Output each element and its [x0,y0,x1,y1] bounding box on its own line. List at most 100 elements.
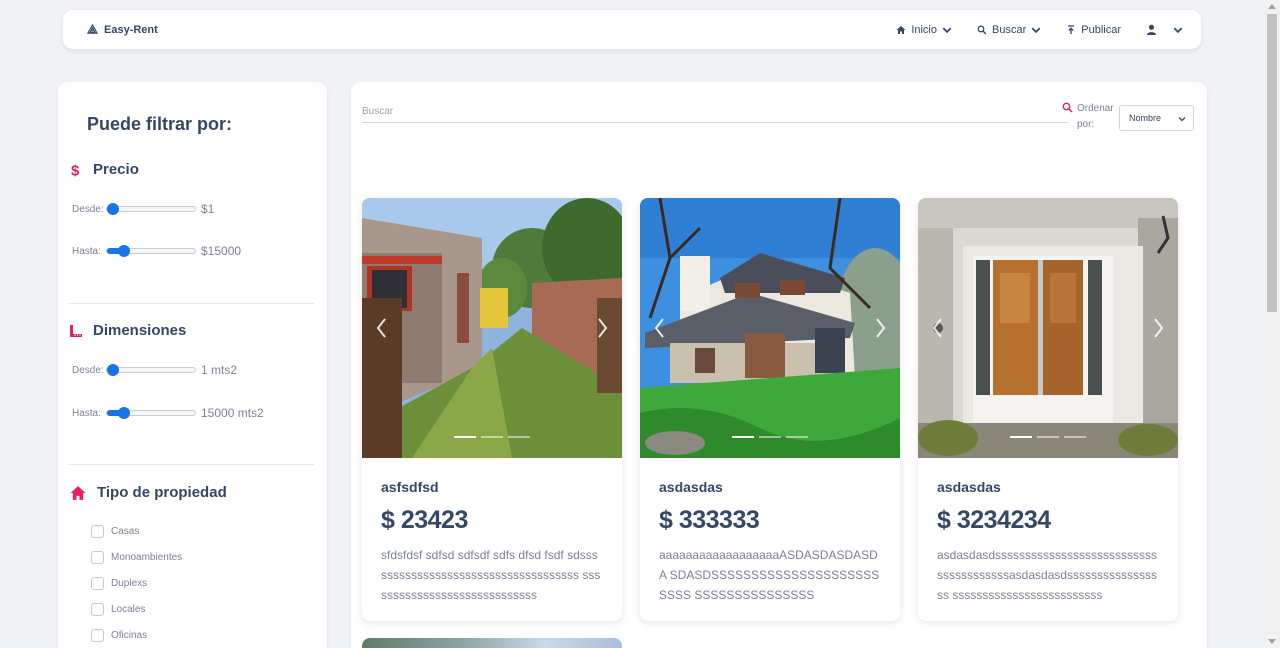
tipo-option-casas[interactable]: Casas [91,525,139,538]
carousel-dot[interactable] [454,436,476,438]
sort-selected-value: Nombre [1129,113,1162,123]
tipo-heading-label: Tipo de propiedad [97,484,227,501]
carousel-dot[interactable] [481,436,503,438]
carousel-dot[interactable] [759,436,781,438]
search-icon [1062,102,1073,113]
nav-publicar[interactable]: Publicar [1066,24,1121,36]
checkbox[interactable] [91,525,104,538]
dollar-icon: $ [71,163,80,177]
divider [69,464,314,465]
nav-buscar-label: Buscar [992,23,1027,36]
precio-desde-value: $1 [201,202,215,216]
property-photo [918,198,1178,458]
scroll-thumb[interactable] [1267,14,1277,312]
scroll-down-icon[interactable] [1268,639,1276,644]
sort-select[interactable]: Nombre [1119,105,1194,131]
tipo-option-label: Oficinas [111,630,148,641]
brand[interactable]: Easy-Rent [87,24,158,36]
search-icon [977,25,987,34]
tipo-option-monoambientes[interactable]: Monoambientes [91,551,182,564]
home-icon [70,485,86,500]
carousel-next-icon[interactable] [1150,316,1166,340]
nav-inicio[interactable]: Inicio [896,24,952,36]
tipo-option-duplexs[interactable]: Duplexs [91,577,147,590]
home-icon [896,25,906,34]
property-description: asdasdasdsssssssssssssssssssssssssss sss… [937,548,1158,602]
carousel-dot[interactable] [786,436,808,438]
carousel-next-icon[interactable] [872,316,888,340]
listing-panel: Ordenar por: Nombre [351,82,1207,648]
precio-desde-row: Desde: $1 [72,202,214,216]
slider-thumb[interactable] [107,203,119,215]
divider [69,303,314,304]
property-card-partial[interactable] [362,638,622,648]
nav-buscar[interactable]: Buscar [977,24,1041,36]
precio-heading: $ Precio [69,161,139,178]
property-image-carousel[interactable] [362,198,622,458]
chevron-down-icon [1173,27,1183,33]
property-title: asfsdfsd [381,479,439,495]
tipo-option-locales[interactable]: Locales [91,603,145,616]
property-card[interactable]: asdasdas $ 333333 aaaaaaaaaaaaaaaaaaASDA… [640,198,900,621]
carousel-indicators [640,436,900,438]
slider-thumb[interactable] [107,364,119,376]
filter-title: Puede filtrar por: [87,114,233,134]
scroll-up-icon[interactable] [1268,4,1276,9]
dimensiones-heading: Dimensiones [69,322,186,339]
slider-thumb[interactable] [118,407,130,419]
carousel-dot[interactable] [1010,436,1032,438]
property-price: $ 333333 [659,506,760,534]
precio-desde-slider[interactable] [106,203,196,215]
top-navbar: Easy-Rent Inicio Buscar Publicar [63,10,1201,49]
chevron-down-icon [942,27,952,33]
slider-thumb[interactable] [118,245,130,257]
carousel-prev-icon[interactable] [930,316,946,340]
tipo-option-label: Locales [111,604,146,615]
nav-inicio-label: Inicio [911,23,937,36]
property-price: $ 23423 [381,506,468,534]
dimensiones-hasta-row: Hasta: 15000 mts2 [72,406,264,420]
property-title: asdasdas [659,479,723,495]
property-card[interactable]: asfsdfsd $ 23423 sfdsfdsf sdfsd sdfsdf s… [362,198,622,621]
precio-heading-label: Precio [93,161,139,178]
carousel-prev-icon[interactable] [652,316,668,340]
dimensiones-hasta-value: 15000 mts2 [201,406,264,420]
brand-logo-icon [87,24,98,34]
nav-user-menu[interactable] [1146,24,1183,35]
dimensiones-hasta-slider[interactable] [106,407,196,419]
precio-hasta-label: Hasta: [72,245,101,257]
checkbox[interactable] [91,577,104,590]
property-card[interactable]: asdasdas $ 3234234 asdasdasdssssssssssss… [918,198,1178,621]
tipo-option-label: Casas [111,526,140,537]
precio-hasta-value: $15000 [201,244,242,258]
carousel-dot[interactable] [732,436,754,438]
filter-sidebar: Puede filtrar por: $ Precio Desde: $1 Ha… [58,82,327,648]
tipo-heading: Tipo de propiedad [69,484,227,501]
nav-publicar-label: Publicar [1081,23,1121,36]
property-title: asdasdas [937,479,1001,495]
precio-hasta-row: Hasta: $15000 [72,244,241,258]
carousel-dot[interactable] [508,436,530,438]
property-image-carousel[interactable] [640,198,900,458]
property-image-carousel[interactable] [918,198,1178,458]
order-label-group: Ordenar por: [1062,101,1117,133]
checkbox[interactable] [91,603,104,616]
carousel-dot[interactable] [1064,436,1086,438]
chevron-down-icon [1178,117,1186,122]
svg-text:$: $ [71,163,80,177]
brand-name: Easy-Rent [104,23,158,36]
dimensiones-desde-slider[interactable] [106,364,196,376]
carousel-next-icon[interactable] [594,316,610,340]
tipo-option-oficinas[interactable]: Oficinas [91,629,147,642]
property-photo [362,198,622,458]
tipo-option-label: Duplexs [111,578,148,589]
carousel-dot[interactable] [1037,436,1059,438]
checkbox[interactable] [91,629,104,642]
carousel-prev-icon[interactable] [374,316,390,340]
checkbox[interactable] [91,551,104,564]
precio-hasta-slider[interactable] [106,245,196,257]
order-label: Ordenar por: [1077,103,1114,130]
search-input[interactable] [362,101,1068,123]
tipo-option-label: Monoambientes [111,552,183,563]
page-scrollbar[interactable] [1264,0,1280,648]
